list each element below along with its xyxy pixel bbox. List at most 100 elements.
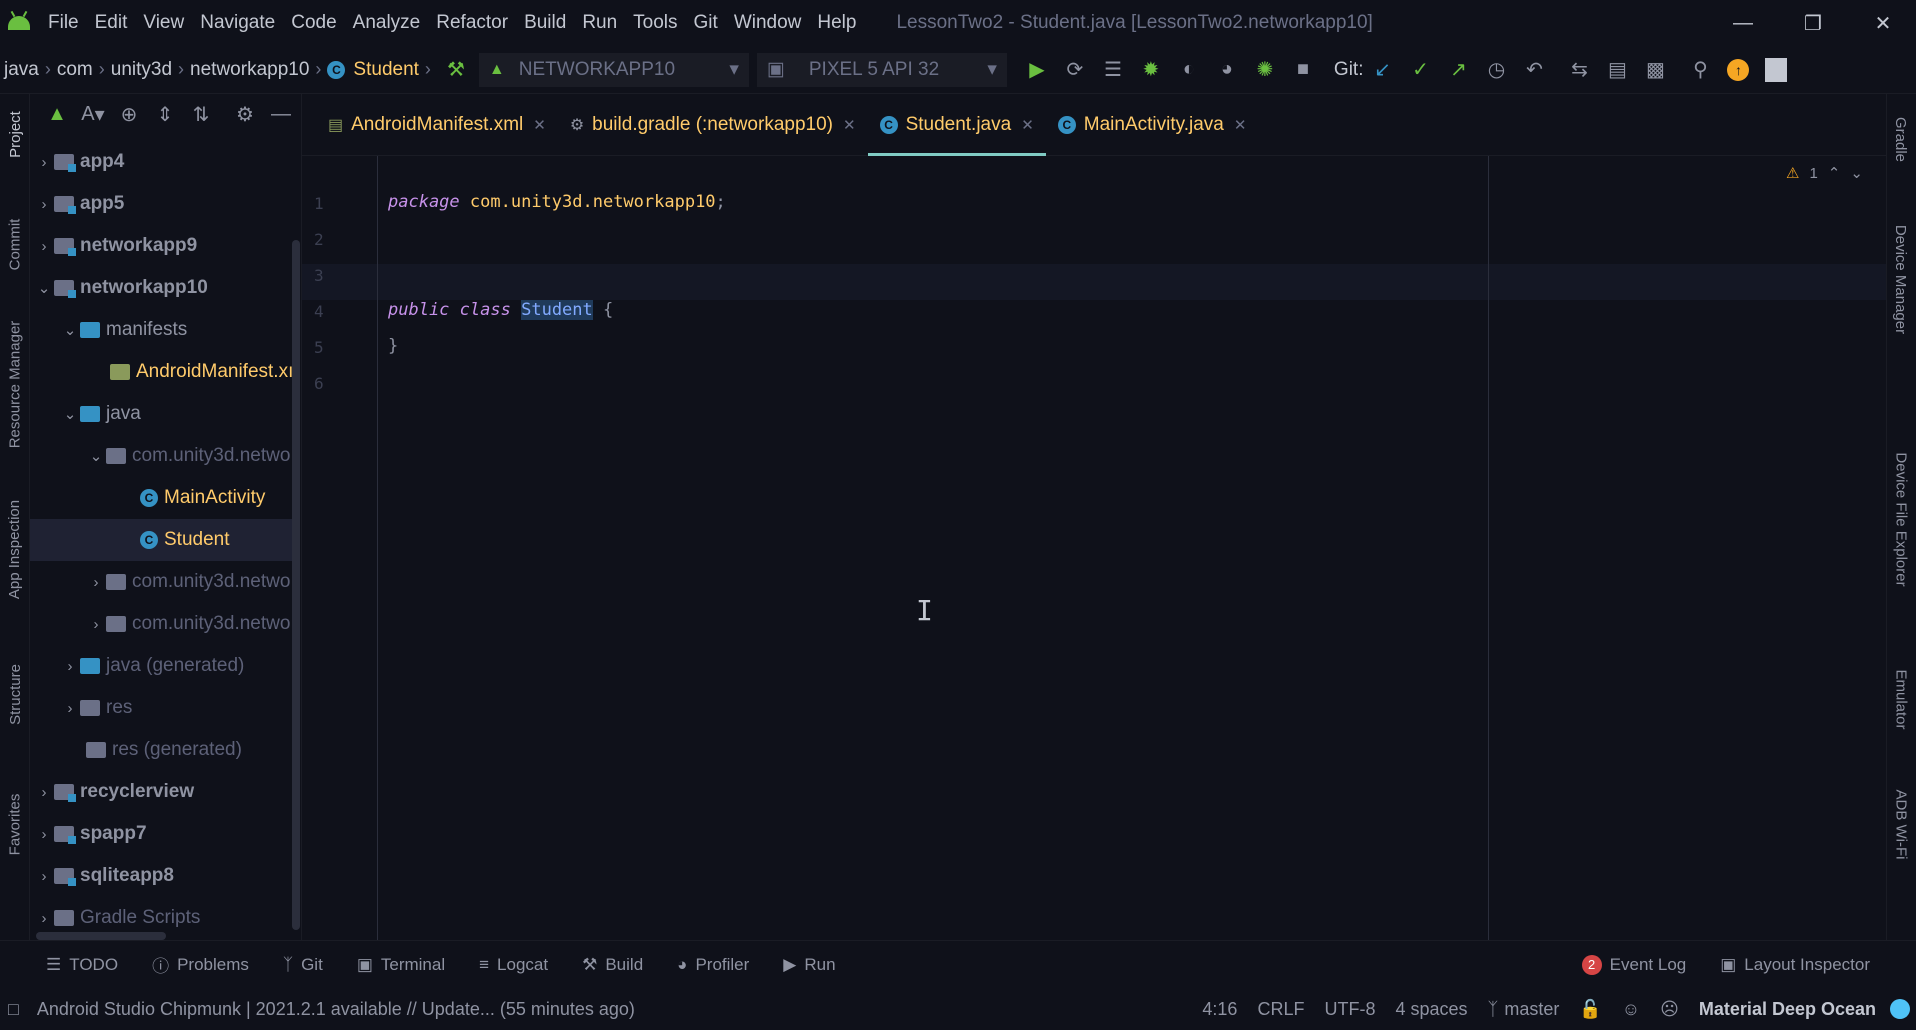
android-icon[interactable]: ▲ bbox=[42, 98, 72, 130]
tool-layout-inspector[interactable]: ▣ Layout Inspector bbox=[1720, 955, 1870, 975]
expand-all-icon[interactable]: ⇕ bbox=[150, 98, 180, 130]
tool-tab-adb-wifi[interactable]: ADB Wi-Fi bbox=[1886, 774, 1916, 874]
frown-icon[interactable]: ☹ bbox=[1660, 999, 1679, 1020]
tree-item-student[interactable]: C Student bbox=[30, 519, 292, 561]
menu-run[interactable]: Run bbox=[582, 12, 617, 34]
tree-item-package-test[interactable]: › com.unity3d.netwo bbox=[30, 603, 302, 645]
apply-changes-icon[interactable]: ⟳ bbox=[1059, 54, 1091, 86]
attach-debugger-icon[interactable]: ✺ bbox=[1249, 54, 1281, 86]
tool-run[interactable]: ▶ Run bbox=[783, 955, 835, 975]
tool-terminal[interactable]: ▣ Terminal bbox=[357, 955, 445, 975]
view-options-icon[interactable]: A ▾ bbox=[78, 98, 108, 130]
menu-refactor[interactable]: Refactor bbox=[436, 12, 508, 34]
hide-icon[interactable]: — bbox=[266, 98, 296, 130]
menu-git[interactable]: Git bbox=[694, 12, 718, 34]
git-commit-icon[interactable]: ✓ bbox=[1404, 54, 1436, 86]
panel-toggle-icon[interactable]: □ bbox=[8, 999, 19, 1020]
git-update-icon[interactable]: ↙ bbox=[1366, 54, 1398, 86]
tree-item-androidmanifest[interactable]: AndroidManifest.xı bbox=[30, 351, 302, 393]
tool-git[interactable]: ᛉ Git bbox=[283, 955, 323, 975]
stop-icon[interactable]: ■ bbox=[1287, 54, 1319, 86]
tab-androidmanifest[interactable]: ▤ AndroidManifest.xml ✕ bbox=[316, 94, 558, 156]
rollback-icon[interactable]: ↶ bbox=[1518, 54, 1550, 86]
breadcrumb-com[interactable]: com bbox=[57, 59, 93, 81]
tool-tab-device-manager[interactable]: Device Manager bbox=[1886, 204, 1916, 354]
tree-item-package-main[interactable]: ⌄ com.unity3d.netwo bbox=[30, 435, 302, 477]
tree-item-recyclerview[interactable]: › recyclerview bbox=[30, 771, 292, 813]
collapse-all-icon[interactable]: ⇅ bbox=[186, 98, 216, 130]
menu-file[interactable]: File bbox=[48, 12, 79, 34]
gear-icon[interactable]: ⚙ bbox=[230, 98, 260, 130]
tree-item-java[interactable]: ⌄ java bbox=[30, 393, 292, 435]
tool-todo[interactable]: ☰ TODO bbox=[46, 955, 118, 975]
tab-student-java[interactable]: C Student.java ✕ bbox=[867, 94, 1047, 156]
project-vertical-scrollbar[interactable] bbox=[292, 240, 300, 930]
project-horizontal-scrollbar[interactable] bbox=[36, 932, 166, 940]
tree-item-sqliteapp8[interactable]: › sqliteapp8 bbox=[30, 855, 292, 897]
tree-item-networkapp9[interactable]: › networkapp9 bbox=[30, 225, 292, 267]
run-config-select[interactable]: ▲ NETWORKAPP10 ▾ bbox=[478, 52, 749, 87]
menu-window[interactable]: Window bbox=[734, 12, 802, 34]
indent-setting[interactable]: 4 spaces bbox=[1395, 999, 1467, 1020]
code-line-1[interactable]: package com.unity3d.networkapp10; bbox=[388, 192, 726, 212]
tool-tab-structure[interactable]: Structure bbox=[0, 654, 30, 734]
close-icon[interactable]: ✕ bbox=[533, 116, 546, 134]
update-icon[interactable]: ↑ bbox=[1722, 54, 1754, 86]
tab-build-gradle[interactable]: ⚙ build.gradle (:networkapp10) ✕ bbox=[558, 94, 868, 156]
breadcrumb-unity3d[interactable]: unity3d bbox=[111, 59, 172, 81]
search-icon[interactable]: ⚲ bbox=[1684, 54, 1716, 86]
tool-problems[interactable]: ⓘ Problems bbox=[152, 952, 249, 977]
tool-event-log[interactable]: 2 Event Log bbox=[1581, 954, 1686, 975]
history-icon[interactable]: ◷ bbox=[1480, 54, 1512, 86]
tree-item-manifests[interactable]: ⌄ manifests bbox=[30, 309, 292, 351]
tool-tab-gradle[interactable]: Gradle bbox=[1886, 94, 1916, 184]
menu-navigate[interactable]: Navigate bbox=[200, 12, 275, 34]
tool-tab-project[interactable]: Project bbox=[0, 94, 30, 174]
locate-icon[interactable]: ⊕ bbox=[114, 98, 144, 130]
menu-build[interactable]: Build bbox=[524, 12, 566, 34]
profile-icon[interactable]: ◕ bbox=[1211, 54, 1243, 86]
status-message[interactable]: Android Studio Chipmunk | 2021.2.1 avail… bbox=[37, 999, 635, 1020]
menu-code[interactable]: Code bbox=[291, 12, 336, 34]
code-line-4[interactable]: public class Student { bbox=[388, 300, 613, 320]
tree-item-package-androidtest[interactable]: › com.unity3d.netwo bbox=[30, 561, 302, 603]
tree-item-res-generated[interactable]: res (generated) bbox=[30, 729, 292, 771]
close-icon[interactable]: ✕ bbox=[1021, 116, 1034, 134]
code-line-5[interactable]: } bbox=[388, 336, 398, 356]
chevron-down-icon[interactable]: ⌄ bbox=[1850, 164, 1863, 182]
menu-tools[interactable]: Tools bbox=[633, 12, 677, 34]
git-push-icon[interactable]: ↗ bbox=[1442, 54, 1474, 86]
tool-tab-commit[interactable]: Commit bbox=[0, 204, 30, 284]
tool-tab-resource-manager[interactable]: Resource Manager bbox=[0, 320, 30, 448]
line-separator[interactable]: CRLF bbox=[1257, 999, 1304, 1020]
close-icon[interactable]: ✕ bbox=[1848, 0, 1916, 46]
inspection-widget[interactable]: ⚠ 1 ⌃ ⌄ bbox=[1786, 164, 1863, 183]
tree-item-mainactivity[interactable]: C MainActivity bbox=[30, 477, 292, 519]
device-manager-icon[interactable]: ▤ bbox=[1601, 54, 1633, 86]
breadcrumb-networkapp10[interactable]: networkapp10 bbox=[190, 59, 309, 81]
device-select[interactable]: ▣ PIXEL 5 API 32 ▾ bbox=[756, 52, 1007, 87]
menu-view[interactable]: View bbox=[143, 12, 184, 34]
sync-gradle-icon[interactable]: ⇆ bbox=[1563, 54, 1595, 86]
tool-build[interactable]: ⚒ Build bbox=[582, 955, 643, 975]
close-icon[interactable]: ✕ bbox=[1234, 116, 1247, 134]
chevron-up-icon[interactable]: ⌃ bbox=[1828, 164, 1841, 182]
tree-item-res[interactable]: › res bbox=[30, 687, 292, 729]
tree-item-app5[interactable]: › app5 bbox=[30, 183, 292, 225]
menu-edit[interactable]: Edit bbox=[95, 12, 128, 34]
tree-item-networkapp10[interactable]: ⌄ networkapp10 bbox=[30, 267, 292, 309]
minimize-icon[interactable]: — bbox=[1708, 0, 1778, 46]
restore-icon[interactable]: ❐ bbox=[1778, 0, 1848, 46]
tree-item-app4[interactable]: › app4 bbox=[30, 141, 292, 183]
tool-profiler[interactable]: ◕ Profiler bbox=[677, 955, 749, 975]
theme-indicator-icon[interactable] bbox=[1890, 999, 1910, 1019]
tool-tab-favorites[interactable]: Favorites bbox=[0, 784, 30, 864]
git-branch[interactable]: master bbox=[1504, 999, 1559, 1020]
sdk-manager-icon[interactable]: ▩ bbox=[1639, 54, 1671, 86]
coverage-icon[interactable]: ◐ bbox=[1173, 54, 1205, 86]
tab-mainactivity-java[interactable]: C MainActivity.java ✕ bbox=[1046, 94, 1259, 156]
theme-name[interactable]: Material Deep Ocean bbox=[1699, 999, 1876, 1020]
close-icon[interactable]: ✕ bbox=[843, 116, 856, 134]
menu-help[interactable]: Help bbox=[817, 12, 856, 34]
apply-code-changes-icon[interactable]: ☰ bbox=[1097, 54, 1129, 86]
